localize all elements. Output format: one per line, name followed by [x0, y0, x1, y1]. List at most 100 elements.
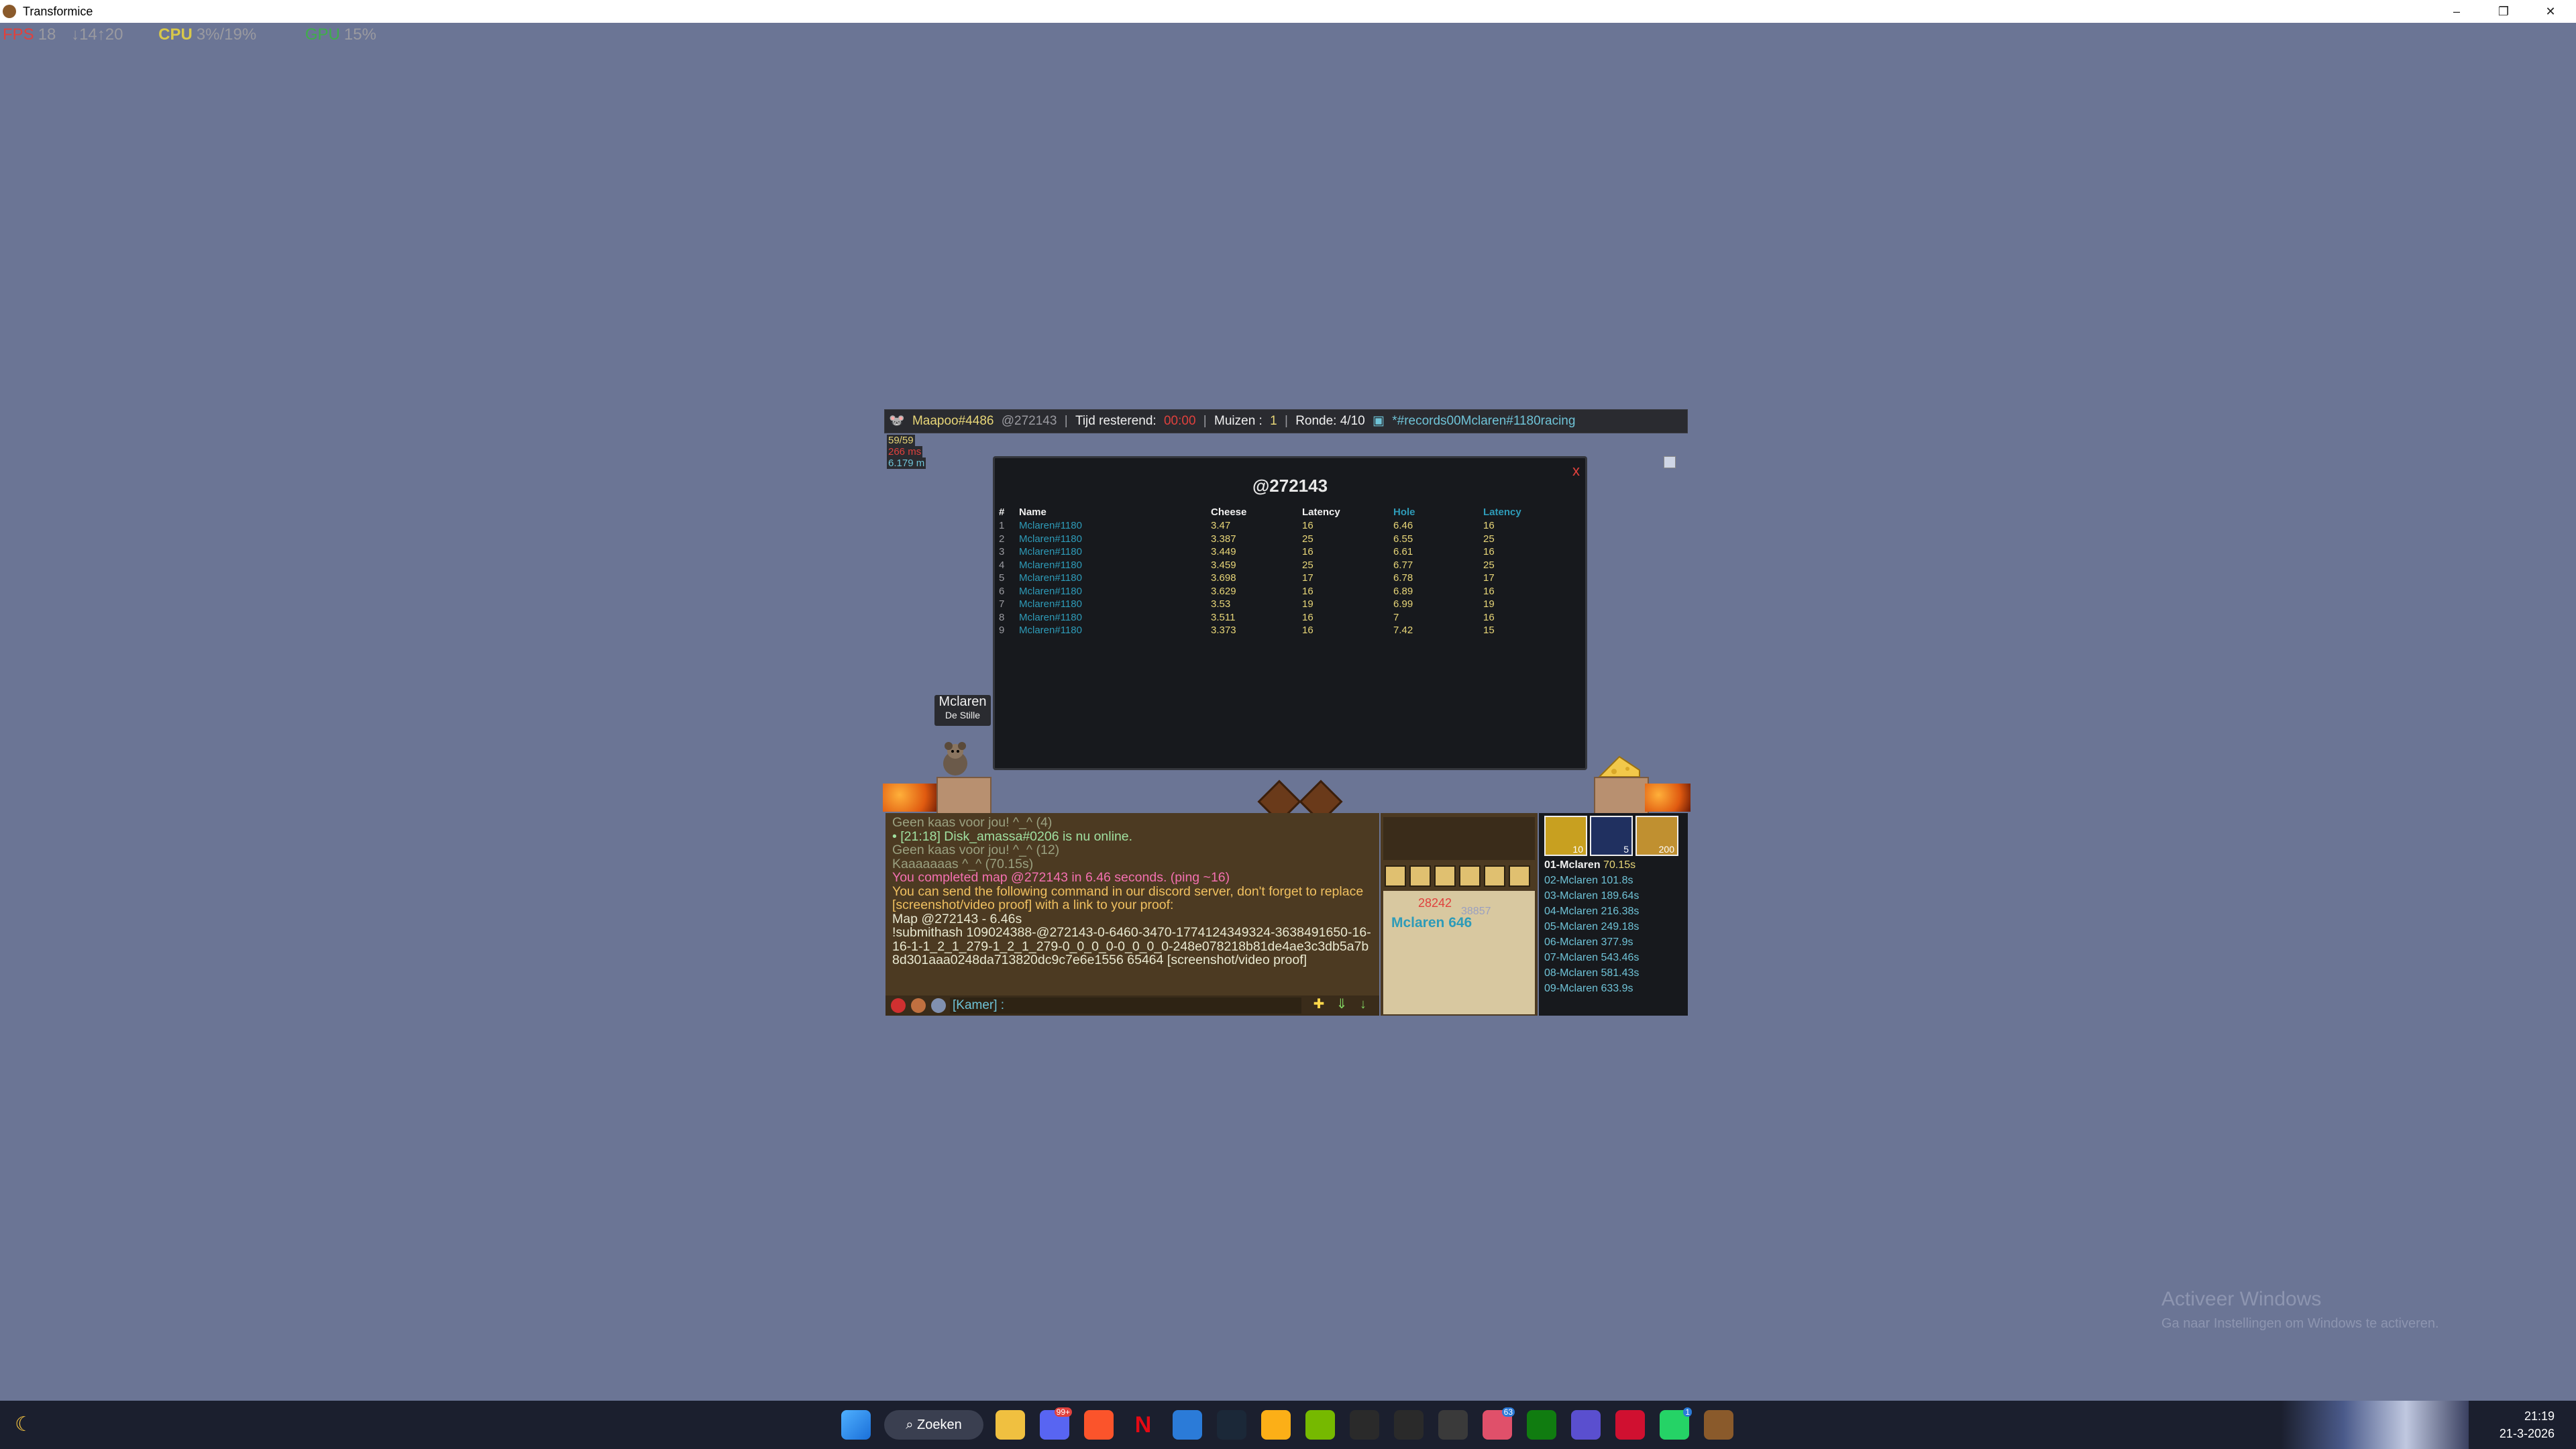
tribe-icon[interactable] [1409, 865, 1431, 887]
profile-card[interactable]: 28242 38857 Mclaren 646 [1383, 891, 1535, 1014]
gpu-label: GPU [305, 25, 340, 44]
chat-line: Map @272143 - 6.46s [892, 911, 1022, 926]
brave-icon[interactable] [1084, 1410, 1114, 1440]
row-name: Mclaren#1180 [1019, 533, 1082, 545]
minimize-button[interactable]: – [2438, 1, 2475, 21]
transformice-taskbar-icon[interactable] [1704, 1410, 1733, 1440]
app-icon[interactable] [1438, 1410, 1468, 1440]
chat-line: You completed map @272143 in 6.46 second… [892, 870, 1230, 885]
chat-line: Geen kaas voor jou! ^_^ (12) [892, 843, 1060, 857]
fullscreen-icon[interactable] [1509, 865, 1530, 887]
stars-power-icon[interactable]: 5 [1590, 816, 1633, 856]
xbox-icon[interactable] [1527, 1410, 1556, 1440]
launcher-icon[interactable] [1350, 1410, 1379, 1440]
lava-block-right [1645, 784, 1690, 812]
app-icon[interactable] [1615, 1410, 1645, 1440]
close-button[interactable]: ✕ [2532, 1, 2569, 21]
row-name: Mclaren#1180 [1019, 625, 1082, 637]
row-hole: 6.46 [1393, 520, 1413, 532]
shield-icon[interactable] [931, 998, 946, 1013]
chat-messages: Geen kaas voor jou! ^_^ (4) • [21:18] Di… [892, 816, 1373, 967]
ping-distance: 6.179 m [887, 458, 926, 469]
friends-icon[interactable] [1434, 865, 1456, 887]
row-name: Mclaren#1180 [1019, 611, 1082, 623]
row-num: 8 [999, 611, 1005, 623]
rockstar-icon[interactable] [1261, 1410, 1291, 1440]
profile-icon[interactable] [1459, 865, 1481, 887]
chat-arrow-down-icon[interactable]: ↓ [1355, 998, 1371, 1014]
app-icon[interactable] [1571, 1410, 1601, 1440]
table-row: 3 Mclaren#1180 3.449 16 6.61 16 [999, 545, 1564, 559]
row-hole: 6.89 [1393, 585, 1413, 597]
records-title: @272143 [1252, 476, 1328, 496]
search-button[interactable]: ⌕ Zoeken [884, 1410, 983, 1440]
start-icon[interactable] [841, 1410, 871, 1440]
row-hole: 6.78 [1393, 572, 1413, 584]
sun-power-icon[interactable]: 10 [1544, 816, 1587, 856]
rooms-icon[interactable] [1484, 865, 1505, 887]
ping-overlay: 59/59 266 ms 6.179 m [887, 435, 926, 469]
chat-panel: Geen kaas voor jou! ^_^ (4) • [21:18] Di… [885, 813, 1379, 1016]
row-cheese: 3.387 [1211, 533, 1236, 545]
inventory-icon[interactable] [1385, 865, 1406, 887]
activation-watermark: Activeer Windows Ga naar Instellingen om… [2161, 1288, 2439, 1332]
mail-icon[interactable]: 63 [1483, 1407, 1515, 1440]
nvidia-icon[interactable] [1305, 1410, 1335, 1440]
row-hole-latency: 16 [1483, 585, 1495, 597]
mice-value: 1 [1270, 414, 1277, 428]
shop-bar[interactable] [1383, 817, 1535, 860]
row-cheese: 3.629 [1211, 585, 1236, 597]
row-cheese: 3.373 [1211, 625, 1236, 637]
header-num: # [999, 506, 1005, 518]
heart-icon[interactable] [891, 998, 906, 1013]
row-num: 5 [999, 572, 1005, 584]
row-num: 3 [999, 546, 1005, 558]
chat-plus-icon[interactable]: ✚ [1311, 998, 1327, 1014]
row-hole-latency: 16 [1483, 546, 1495, 558]
emote-icon[interactable] [911, 998, 926, 1013]
list-item: 07-Mclaren 543.46s [1544, 952, 1640, 963]
row-name: Mclaren#1180 [1019, 585, 1082, 597]
whatsapp-icon[interactable]: 1 [1660, 1407, 1692, 1440]
cheese-power-icon[interactable]: 200 [1635, 816, 1678, 856]
chat-input[interactable]: [Kamer] : [950, 998, 1301, 1014]
player-mouse-sprite [943, 742, 967, 775]
weather-moon-icon[interactable]: ☾ [15, 1410, 44, 1440]
map-toggle-button[interactable] [1664, 456, 1676, 468]
row-hole-latency: 16 [1483, 520, 1495, 532]
crate-right [1594, 777, 1649, 814]
chat-up-icon[interactable]: ↑ [1374, 998, 1379, 1014]
header-cheese-latency: Latency [1302, 506, 1340, 518]
map-author[interactable]: Maapoo#4486 [912, 410, 994, 433]
chat-down-icon[interactable]: ⇓ [1334, 998, 1350, 1014]
row-name: Mclaren#1180 [1019, 520, 1082, 532]
game-viewport[interactable]: 🐭 Maapoo#4486 @272143 | Tijd resterend: … [883, 408, 1690, 1016]
system-clock[interactable]: 21:19 21-3-2026 [2474, 1407, 2555, 1442]
steam-icon[interactable] [1217, 1410, 1246, 1440]
list-item: 04-Mclaren 216.38s [1544, 906, 1640, 917]
fps-value: 18 [38, 25, 56, 44]
file-explorer-icon[interactable] [996, 1410, 1025, 1440]
chat-input-bar: [Kamer] : ✚ ⇓ ↓ ↑ [885, 996, 1379, 1016]
time-label: Tijd resterend: [1075, 414, 1157, 428]
epic-games-icon[interactable] [1394, 1410, 1424, 1440]
row-hole: 6.99 [1393, 598, 1413, 610]
list-item: 06-Mclaren 377.9s [1544, 936, 1633, 948]
search-icon: ⌕ [906, 1417, 918, 1432]
restore-button[interactable]: ❐ [2485, 1, 2522, 21]
room-icon: ▣ [1373, 414, 1385, 428]
table-row: 7 Mclaren#1180 3.53 19 6.99 19 [999, 598, 1564, 611]
discord-icon[interactable]: 99+ [1040, 1407, 1072, 1440]
list-item: 01-Mclaren 70.15s [1544, 859, 1636, 871]
chat-line: Geen kaas voor jou! ^_^ (4) [892, 815, 1053, 830]
store-icon[interactable] [1173, 1410, 1202, 1440]
table-row: 4 Mclaren#1180 3.459 25 6.77 25 [999, 559, 1564, 572]
row-name: Mclaren#1180 [1019, 559, 1082, 571]
row-name: Mclaren#1180 [1019, 572, 1082, 584]
row-hole: 7 [1393, 611, 1399, 623]
ping-frames: 59/59 [887, 435, 915, 446]
taskbar: ☾ ⌕ Zoeken 99+ N 63 1 21:19 21-3-2026 [0, 1401, 2576, 1449]
netflix-icon[interactable]: N [1128, 1410, 1158, 1440]
header-hole: Hole [1393, 506, 1415, 518]
window-title: Transformice [23, 5, 93, 18]
